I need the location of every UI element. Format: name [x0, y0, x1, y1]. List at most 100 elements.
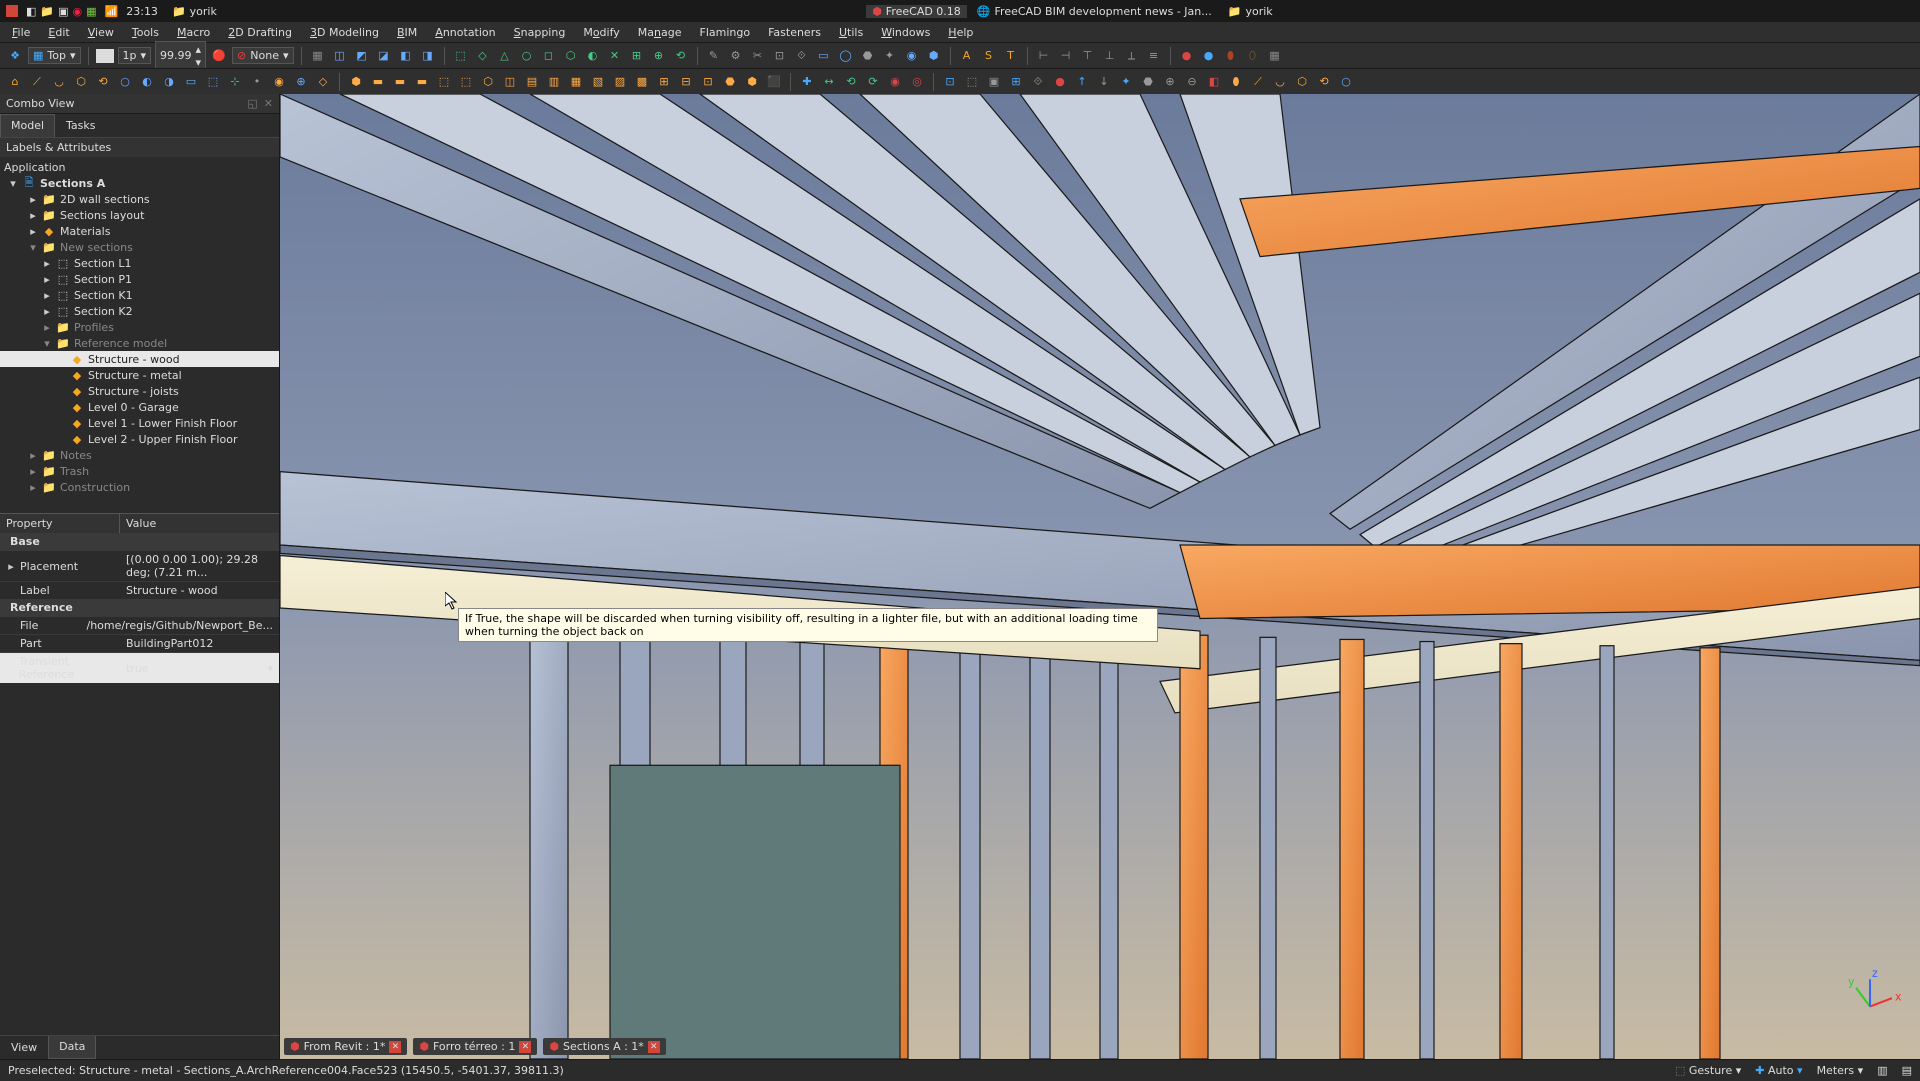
snap-dropdown[interactable]: ✚ Auto ▾	[1755, 1064, 1802, 1077]
arch3-icon[interactable]: ▬	[391, 73, 409, 91]
tree-item[interactable]: ◆Level 1 - Lower Finish Floor	[0, 415, 279, 431]
bim1-icon[interactable]: ⟋	[28, 73, 46, 91]
menu-file[interactable]: File	[4, 24, 38, 41]
arch9-icon[interactable]: ▤	[523, 73, 541, 91]
arch21-icon[interactable]: ✚	[798, 73, 816, 91]
tree-item[interactable]: ◆Level 0 - Garage	[0, 399, 279, 415]
sel10-icon[interactable]: ⊕	[650, 47, 668, 65]
desktop-icon[interactable]: 📁	[40, 5, 54, 18]
expander-icon[interactable]: ▾	[28, 241, 38, 254]
view-orientation-dropdown[interactable]: ▦Top▾	[28, 47, 81, 64]
tool6-icon[interactable]: ▭	[815, 47, 833, 65]
tree-item[interactable]: ◆Level 2 - Upper Finish Floor	[0, 431, 279, 447]
mod11-icon[interactable]: ⊕	[1161, 73, 1179, 91]
tree-item[interactable]: ◆Structure - wood	[0, 351, 279, 367]
tool7-icon[interactable]: ◯	[837, 47, 855, 65]
bim2-icon[interactable]: ◡	[50, 73, 68, 91]
prop-value[interactable]: Structure - wood	[120, 582, 279, 599]
tool4-icon[interactable]: ⊡	[771, 47, 789, 65]
mod10-icon[interactable]: ⬣	[1139, 73, 1157, 91]
arch10-icon[interactable]: ▥	[545, 73, 563, 91]
arch5-icon[interactable]: ⬚	[435, 73, 453, 91]
model-tree[interactable]: Application ▾🗎Sections A ▸📁2D wall secti…	[0, 157, 279, 513]
sel4-icon[interactable]: ○	[518, 47, 536, 65]
mod5-icon[interactable]: ⟐	[1029, 73, 1047, 91]
nav-cube-icon[interactable]: ❖	[6, 47, 24, 65]
sel9-icon[interactable]: ⊞	[628, 47, 646, 65]
tool8-icon[interactable]: ⬣	[859, 47, 877, 65]
color-toggle-icon[interactable]: 🔴	[210, 47, 228, 65]
home-icon[interactable]: ⌂	[6, 73, 24, 91]
mod19-icon[interactable]: ○	[1337, 73, 1355, 91]
bim4-icon[interactable]: ⟲	[94, 73, 112, 91]
expander-icon[interactable]: ▸	[42, 289, 52, 302]
tree-item[interactable]: ▸⬚Section P1	[0, 271, 279, 287]
arch8-icon[interactable]: ◫	[501, 73, 519, 91]
mod1-icon[interactable]: ⊡	[941, 73, 959, 91]
app-menu-icon[interactable]: ◧	[26, 5, 36, 18]
arch18-icon[interactable]: ⬣	[721, 73, 739, 91]
dim4-icon[interactable]: ⟂	[1123, 47, 1141, 65]
tool2-icon[interactable]: ⚙	[727, 47, 745, 65]
prop-value[interactable]: /home/regis/Github/Newport_Be...	[81, 617, 280, 634]
bim12-icon[interactable]: ◉	[270, 73, 288, 91]
mod3-icon[interactable]: ▣	[985, 73, 1003, 91]
tree-doc[interactable]: ▾🗎Sections A	[0, 175, 279, 191]
construction-dropdown[interactable]: ⊘None▾	[232, 47, 293, 64]
axo1-icon[interactable]: ◫	[331, 47, 349, 65]
arch11-icon[interactable]: ▦	[567, 73, 585, 91]
tool5-icon[interactable]: ⟐	[793, 47, 811, 65]
taskbar-user[interactable]: 📁yorik	[166, 0, 223, 22]
menu-snapping[interactable]: Snapping	[506, 24, 574, 41]
sel6-icon[interactable]: ⬡	[562, 47, 580, 65]
sel1-icon[interactable]: ⬚	[452, 47, 470, 65]
mod8-icon[interactable]: ↓	[1095, 73, 1113, 91]
circle2-icon[interactable]: ▦	[1266, 47, 1284, 65]
tab-model[interactable]: Model	[0, 114, 55, 137]
taskbar-window-freecad[interactable]: ⬢FreeCAD 0.18	[866, 5, 967, 18]
tree-item[interactable]: ▸📁Profiles	[0, 319, 279, 335]
mod7-icon[interactable]: ↑	[1073, 73, 1091, 91]
bim11-icon[interactable]: •	[248, 73, 266, 91]
tree-item[interactable]: ▸⬚Section K2	[0, 303, 279, 319]
menu-modify[interactable]: Modify	[575, 24, 627, 41]
dim5-icon[interactable]: ≡	[1145, 47, 1163, 65]
arch14-icon[interactable]: ▩	[633, 73, 651, 91]
expander-icon[interactable]: ▸	[28, 225, 38, 238]
bim5-icon[interactable]: ○	[116, 73, 134, 91]
bim7-icon[interactable]: ◑	[160, 73, 178, 91]
axo3-icon[interactable]: ◪	[375, 47, 393, 65]
status-icon-2[interactable]: ▤	[1902, 1064, 1912, 1077]
prop-row[interactable]: Transient Referencetrue▾	[0, 652, 279, 683]
menu-2ddrafting[interactable]: 2D Drafting	[220, 24, 300, 41]
prop-row[interactable]: LabelStructure - wood	[0, 581, 279, 599]
sel3-icon[interactable]: △	[496, 47, 514, 65]
expander-icon[interactable]: ▸	[42, 321, 52, 334]
bim13-icon[interactable]: ⊕	[292, 73, 310, 91]
tab-tasks[interactable]: Tasks	[55, 114, 106, 137]
expander-icon[interactable]: ▸	[28, 209, 38, 222]
dim2-icon[interactable]: ⊤	[1079, 47, 1097, 65]
expander-icon[interactable]: ▸	[42, 273, 52, 286]
menu-view[interactable]: View	[80, 24, 122, 41]
arch7-icon[interactable]: ⬡	[479, 73, 497, 91]
mod17-icon[interactable]: ⬡	[1293, 73, 1311, 91]
mod4-icon[interactable]: ⊞	[1007, 73, 1025, 91]
mod2-icon[interactable]: ⬚	[963, 73, 981, 91]
tool10-icon[interactable]: ◉	[903, 47, 921, 65]
color2-icon[interactable]: ⬮	[1222, 47, 1240, 65]
grid-icon[interactable]: ▦	[309, 47, 327, 65]
menu-windows[interactable]: Windows	[873, 24, 938, 41]
mod14-icon[interactable]: ⬮	[1227, 73, 1245, 91]
tool9-icon[interactable]: ✦	[881, 47, 899, 65]
panel-close-icon[interactable]: ✕	[264, 97, 273, 110]
mod12-icon[interactable]: ⊖	[1183, 73, 1201, 91]
mod18-icon[interactable]: ⟲	[1315, 73, 1333, 91]
nav-style-dropdown[interactable]: ⬚ Gesture ▾	[1675, 1064, 1741, 1077]
dropdown-icon[interactable]: ▾	[267, 662, 273, 675]
menu-fasteners[interactable]: Fasteners	[760, 24, 829, 41]
dim6-icon[interactable]: ●	[1178, 47, 1196, 65]
circle1-icon[interactable]: ⬯	[1244, 47, 1262, 65]
text-t-icon[interactable]: ⊢	[1035, 47, 1053, 65]
zoom-input[interactable]: 99.99▴▾	[155, 41, 206, 71]
